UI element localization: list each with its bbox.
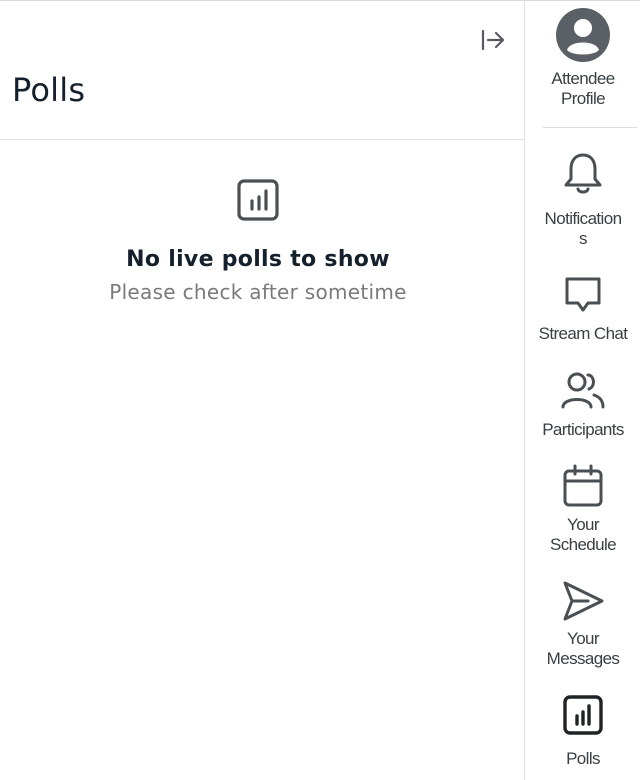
rail-item-notifications[interactable]: Notification s [525, 151, 640, 249]
rail-item-label: Attendee Profile [551, 69, 615, 108]
rail-item-label: Your Schedule [549, 515, 617, 554]
empty-state: No live polls to show Please check after… [0, 177, 516, 304]
rail-item-your-schedule[interactable]: Your Schedule [525, 463, 640, 555]
rail-item-attendee-profile[interactable]: Attendee Profile [525, 7, 640, 109]
rail-item-label: Stream Chat [538, 324, 628, 343]
send-icon [563, 581, 604, 621]
rail-item-label: Polls [566, 749, 600, 768]
chat-bubble-icon [565, 277, 601, 312]
rail-item-stream-chat[interactable]: Stream Chat [525, 275, 640, 344]
right-nav-rail: Attendee Profile Notification s Stream C… [524, 1, 640, 780]
rail-item-participants[interactable]: Participants [525, 371, 640, 440]
people-icon [561, 372, 605, 409]
avatar-icon [556, 8, 610, 62]
rail-item-label: Participants [542, 420, 624, 439]
rail-divider [543, 127, 637, 128]
page-title: Polls [12, 71, 86, 109]
collapse-right-icon [481, 29, 505, 51]
empty-state-subtitle: Please check after sometime [109, 280, 407, 304]
bell-icon [564, 153, 602, 194]
calendar-icon [563, 464, 603, 507]
empty-state-title: No live polls to show [126, 247, 390, 272]
app-window: Polls No live polls to show Please check… [0, 0, 640, 780]
rail-item-label: Your Messages [546, 629, 620, 668]
rail-item-your-messages[interactable]: Your Messages [525, 579, 640, 669]
rail-item-polls[interactable]: Polls [525, 693, 640, 769]
polls-panel: Polls No live polls to show Please check… [0, 1, 524, 780]
collapse-panel-button[interactable] [476, 23, 510, 57]
poll-chart-icon [563, 695, 603, 735]
poll-chart-icon [237, 179, 279, 221]
rail-item-label: Notification s [544, 209, 623, 248]
panel-header: Polls [0, 1, 524, 140]
